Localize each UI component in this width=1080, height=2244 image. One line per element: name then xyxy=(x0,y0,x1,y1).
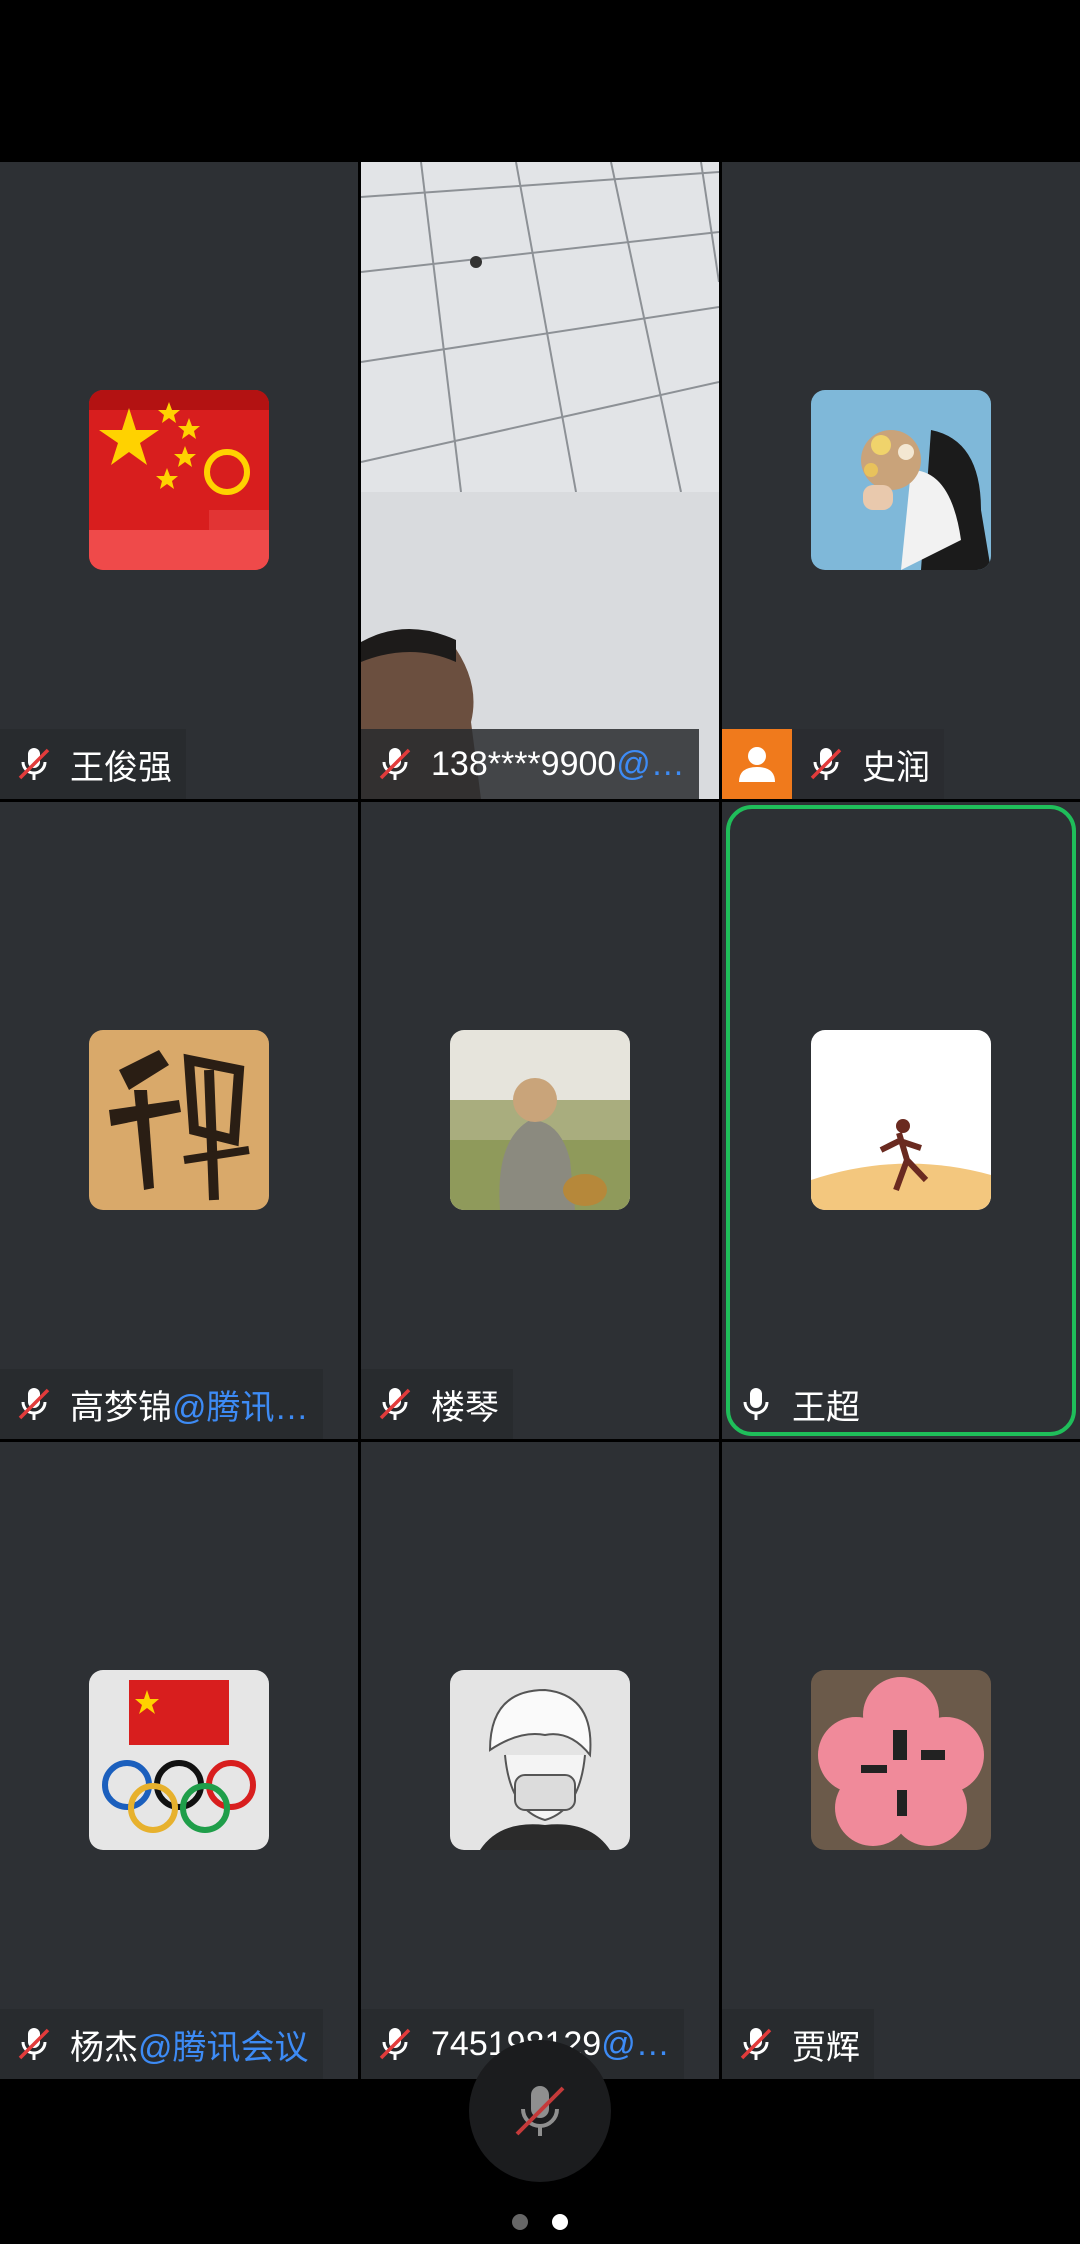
page-indicator xyxy=(0,2214,1080,2230)
mic-muted-icon xyxy=(810,748,842,780)
participant-name: 高梦锦@腾讯… xyxy=(70,1388,309,1427)
mic-muted-icon xyxy=(740,2028,772,2060)
participant-label: 高梦锦@腾讯… xyxy=(0,1369,323,1439)
participant-tile-video[interactable]: 138****9900@… xyxy=(361,162,719,799)
participant-label: 楼琴 xyxy=(361,1369,513,1439)
mic-muted-icon xyxy=(18,2028,50,2060)
participant-tile[interactable]: 王俊强 xyxy=(0,162,358,799)
participant-label: 138****9900@… xyxy=(361,729,699,799)
red-party-card-avatar xyxy=(89,390,269,570)
mic-muted-icon xyxy=(515,2086,565,2136)
page-dot-2-active[interactable] xyxy=(552,2214,568,2230)
person-icon xyxy=(739,747,775,782)
person-with-dog-avatar xyxy=(450,1030,630,1210)
anime-sketch-avatar xyxy=(450,1670,630,1850)
host-badge xyxy=(722,729,792,799)
runner-silhouette-avatar xyxy=(811,1030,991,1210)
participant-tile[interactable]: 楼琴 xyxy=(361,802,719,1439)
participant-name: 史润 xyxy=(862,748,930,787)
mic-muted-icon xyxy=(379,2028,411,2060)
mic-muted-icon xyxy=(18,748,50,780)
pink-flower-avatar xyxy=(811,1670,991,1850)
participant-tile[interactable]: 745198129@… xyxy=(361,1442,719,2079)
flowers-portrait-avatar xyxy=(811,390,991,570)
participant-name: 王超 xyxy=(792,1388,860,1427)
participant-tile-speaking[interactable]: 王超 xyxy=(722,802,1080,1439)
participant-name: 杨杰@腾讯会议 xyxy=(70,2028,309,2067)
participant-tile[interactable]: 贾辉 xyxy=(722,1442,1080,2079)
participant-name: 楼琴 xyxy=(431,1388,499,1427)
calligraphy-avatar xyxy=(89,1030,269,1210)
participant-label: 王超 xyxy=(722,1369,874,1439)
participant-tile[interactable]: 高梦锦@腾讯… xyxy=(0,802,358,1439)
mic-muted-icon xyxy=(379,1388,411,1420)
flag-olympic-rings-avatar xyxy=(89,1670,269,1850)
participant-grid: 王俊强 138****9900@… 史润 高梦锦@腾讯… 楼琴 王超 杨杰@腾讯… xyxy=(0,162,1080,2079)
mute-toggle-button[interactable] xyxy=(469,2040,611,2182)
participant-label: 贾辉 xyxy=(722,2009,874,2079)
participant-label: 王俊强 xyxy=(0,729,186,799)
participant-label: 史润 xyxy=(792,729,944,799)
page-dot-1[interactable] xyxy=(512,2214,528,2230)
mic-on-icon xyxy=(743,1388,769,1420)
participant-label: 杨杰@腾讯会议 xyxy=(0,2009,323,2079)
mic-muted-icon xyxy=(18,1388,50,1420)
participant-name: 贾辉 xyxy=(792,2028,860,2067)
participant-name: 王俊强 xyxy=(70,748,172,787)
mic-muted-icon xyxy=(379,748,411,780)
participant-name: 138****9900@… xyxy=(431,744,685,783)
participant-tile[interactable]: 杨杰@腾讯会议 xyxy=(0,1442,358,2079)
camera-video-feed xyxy=(361,162,719,799)
participant-tile[interactable]: 史润 xyxy=(722,162,1080,799)
